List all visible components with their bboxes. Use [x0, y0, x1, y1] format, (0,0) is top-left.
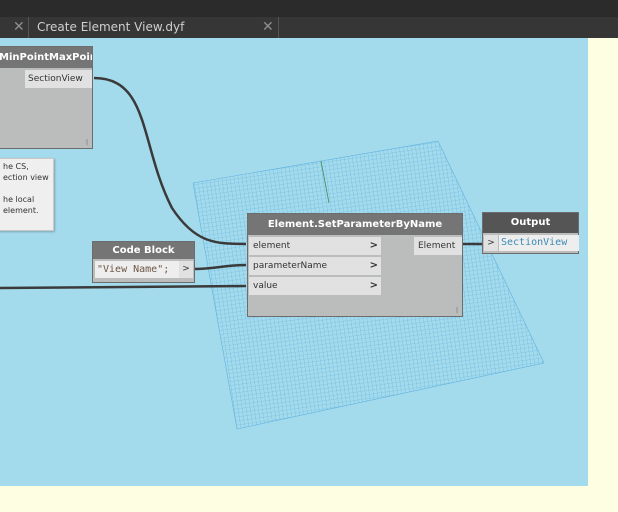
note-box[interactable]: he CS, ection view he local element. — [0, 158, 54, 231]
output-node[interactable]: Output > SectionView — [482, 212, 579, 254]
tab-separator — [278, 17, 279, 38]
minpointmaxpoint-node[interactable]: MinPointMaxPoint SectionView | — [0, 46, 93, 149]
output-input-port[interactable]: > — [484, 235, 498, 251]
title-bar — [0, 0, 618, 17]
port-label: value — [253, 281, 278, 291]
chevron-right-icon: > — [369, 280, 378, 291]
output-port-element[interactable]: Element — [414, 237, 462, 255]
port-label: parameterName — [253, 261, 328, 271]
wire-value — [0, 284, 247, 290]
node-title: MinPointMaxPoint — [0, 47, 92, 68]
port-label: element — [253, 241, 291, 251]
graph-canvas[interactable]: MinPointMaxPoint SectionView | he CS, ec… — [0, 38, 588, 486]
note-line — [3, 183, 49, 194]
code-output-port[interactable]: > — [179, 261, 193, 278]
tab-bar: ✕ Create Element View.dyf ✕ — [0, 17, 618, 39]
set-parameter-by-name-node[interactable]: Element.SetParameterByName element > par… — [247, 213, 463, 317]
input-port-element[interactable]: element > — [249, 237, 381, 255]
close-tab-icon[interactable]: ✕ — [262, 17, 274, 38]
output-name-field[interactable]: SectionView — [499, 235, 579, 251]
input-port-value[interactable]: value > — [249, 277, 381, 295]
bottom-panel — [0, 486, 588, 512]
output-port-sectionview[interactable]: SectionView — [25, 70, 92, 88]
node-title: Output — [483, 213, 578, 233]
note-line: ection view — [3, 173, 49, 182]
note-line: he local — [3, 195, 35, 204]
node-title: Element.SetParameterByName — [248, 214, 462, 235]
code-input[interactable]: "View Name"; — [95, 261, 179, 278]
note-line: element. — [3, 206, 39, 215]
node-title: Code Block — [93, 242, 194, 259]
resize-grip-icon[interactable]: | — [86, 139, 88, 146]
tab-separator — [28, 17, 29, 38]
right-panel — [588, 38, 618, 512]
tab-create-element-view[interactable]: Create Element View.dyf — [37, 17, 184, 38]
close-tab-icon[interactable]: ✕ — [13, 17, 25, 38]
chevron-right-icon: > — [369, 240, 378, 251]
note-line: he CS, — [3, 162, 29, 171]
code-block-node[interactable]: Code Block "View Name"; > — [92, 241, 195, 283]
chevron-right-icon: > — [369, 260, 378, 271]
input-port-parametername[interactable]: parameterName > — [249, 257, 381, 275]
resize-grip-icon[interactable]: | — [456, 307, 458, 314]
